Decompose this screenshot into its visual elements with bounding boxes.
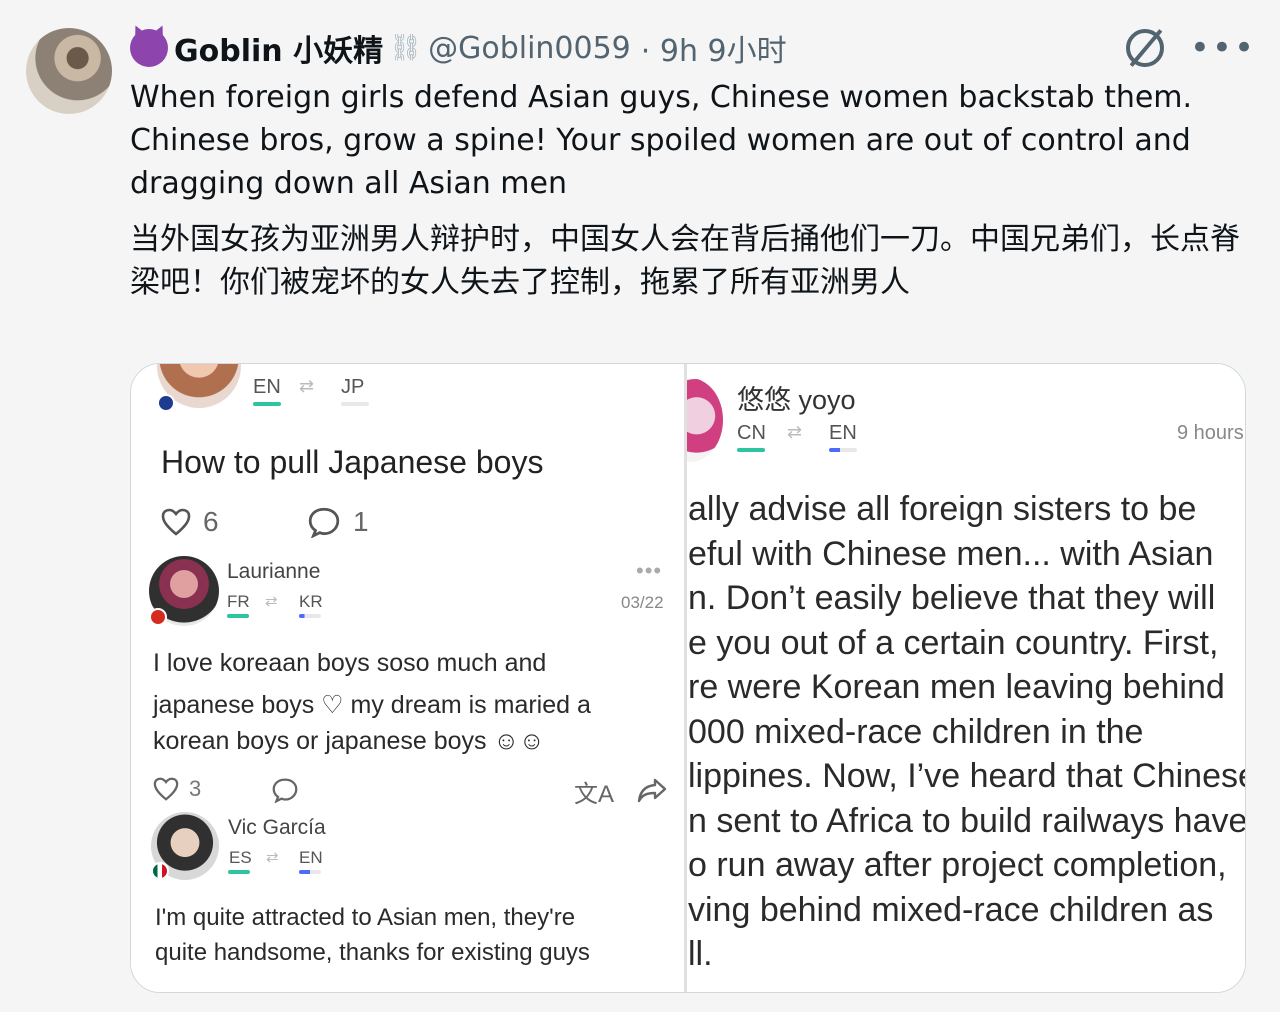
- mexico-flag-icon: [151, 862, 169, 880]
- commenter-lang-from: ES: [229, 848, 252, 867]
- tweet-text-chinese: 当外国女孩为亚洲男人辩护时，中国女人会在背后捅他们一刀。中国兄弟们，长点脊梁吧！…: [130, 222, 1240, 300]
- post-body-line: 000 mixed-race children in the: [688, 712, 1144, 751]
- comment-text-line: I'm quite attracted to Asian men, they'r…: [155, 904, 576, 931]
- devil-emoji-icon: [130, 29, 168, 67]
- post-body-line: re were Korean men leaving behind: [688, 668, 1225, 706]
- grok-icon[interactable]: [1125, 29, 1164, 67]
- swap-icon: ⇄: [299, 376, 315, 396]
- comment-likes-count: 3: [189, 776, 202, 801]
- commenter-lang-to: KR: [299, 592, 323, 611]
- post-body-line: e you out of a certain country. First,: [688, 623, 1219, 662]
- author-name[interactable]: Goblin 小妖精: [174, 26, 383, 70]
- post-body-line: o run away after project completion,: [688, 846, 1227, 884]
- post-comments[interactable]: 1: [307, 506, 369, 538]
- tweet-header: Goblin 小妖精 ⛓ @Goblin0059 · 9h 9小时: [130, 26, 787, 70]
- post-body-line: n sent to Africa to build railways have: [688, 801, 1245, 840]
- post-body-line: ally advise all foreign sisters to be: [688, 490, 1197, 528]
- tweet-actions-top: •••: [1125, 28, 1256, 68]
- canada-flag-icon: [149, 608, 167, 626]
- post-body-line: ving behind mixed-race children as: [688, 890, 1214, 929]
- poster-lang-from: EN: [253, 376, 281, 398]
- tweet-time[interactable]: · 9h 9小时: [641, 26, 787, 70]
- more-icon[interactable]: •••: [1190, 28, 1256, 68]
- commenter-name[interactable]: Vic García: [228, 816, 326, 840]
- more-icon[interactable]: •••: [636, 558, 662, 584]
- commenter-lang-to: EN: [299, 848, 323, 867]
- author-handle[interactable]: @Goblin0059: [428, 31, 631, 66]
- post-body-line: eful with Chinese men... with Asian: [688, 534, 1214, 573]
- heart-icon[interactable]: [161, 508, 191, 536]
- translate-icon[interactable]: 文A: [574, 774, 614, 809]
- post-time: 9 hours: [1177, 422, 1244, 444]
- post-title[interactable]: How to pull Japanese boys: [161, 444, 543, 481]
- post-body-line: n. Don’t easily believe that they will: [688, 579, 1216, 617]
- swap-icon: ⇄: [265, 593, 278, 610]
- lang-level-bar: [341, 402, 369, 406]
- lang-level-bar: [737, 448, 765, 452]
- poster-lang-from: CN: [737, 422, 766, 444]
- post-likes-count: 6: [203, 506, 219, 537]
- comment-date: 03/22: [621, 593, 664, 612]
- poster-avatar[interactable]: [687, 378, 723, 462]
- swap-icon: ⇄: [787, 422, 803, 442]
- post-comments-count: 1: [353, 506, 369, 537]
- lang-level-bar: [227, 614, 249, 618]
- comment-icon[interactable]: [307, 506, 341, 538]
- swap-icon: ⇄: [266, 849, 279, 866]
- commenter-lang-from: FR: [227, 592, 250, 611]
- tweet-text-english: When foreign girls defend Asian guys, Ch…: [130, 80, 1193, 201]
- heart-icon[interactable]: [153, 777, 179, 801]
- poster-name[interactable]: 悠悠 yoyo: [737, 378, 856, 417]
- left-screenshot: EN ⇄ JP How to pull Japanese boys 6 1 La…: [131, 364, 684, 992]
- lang-level-bar: [228, 870, 250, 874]
- lang-level-bar: [299, 614, 321, 618]
- poster-lang-to: EN: [829, 422, 857, 444]
- post-likes[interactable]: 6: [161, 506, 219, 538]
- comment-likes[interactable]: 3: [153, 776, 201, 802]
- lang-level-bar: [829, 448, 857, 452]
- lang-level-bar: [299, 870, 321, 874]
- lang-level-bar: [253, 402, 281, 406]
- comment-text-line: I love koreaan boys soso much and: [153, 649, 547, 677]
- share-icon[interactable]: [637, 777, 667, 803]
- commenter-name[interactable]: Laurianne: [227, 560, 320, 584]
- chain-emoji-icon: ⛓: [389, 33, 423, 63]
- uk-flag-icon: [157, 394, 175, 412]
- post-body-line: ll.: [688, 935, 713, 973]
- comment-text-line: korean boys or japanese boys ☺☺: [153, 727, 545, 755]
- comment-icon[interactable]: [271, 777, 299, 803]
- right-screenshot: 悠悠 yoyo CN ⇄ EN 9 hours ally advise all …: [687, 364, 1245, 992]
- comment-text-line: japanese boys ♡ my dream is maried a: [153, 691, 591, 719]
- author-avatar[interactable]: [26, 28, 112, 114]
- comment-text-line: quite handsome, thanks for existing guys: [155, 939, 590, 966]
- poster-lang-to: JP: [341, 376, 365, 398]
- tweet-media[interactable]: EN ⇄ JP How to pull Japanese boys 6 1 La…: [130, 363, 1246, 993]
- post-body-line: lippines. Now, I’ve heard that Chinese: [688, 757, 1245, 795]
